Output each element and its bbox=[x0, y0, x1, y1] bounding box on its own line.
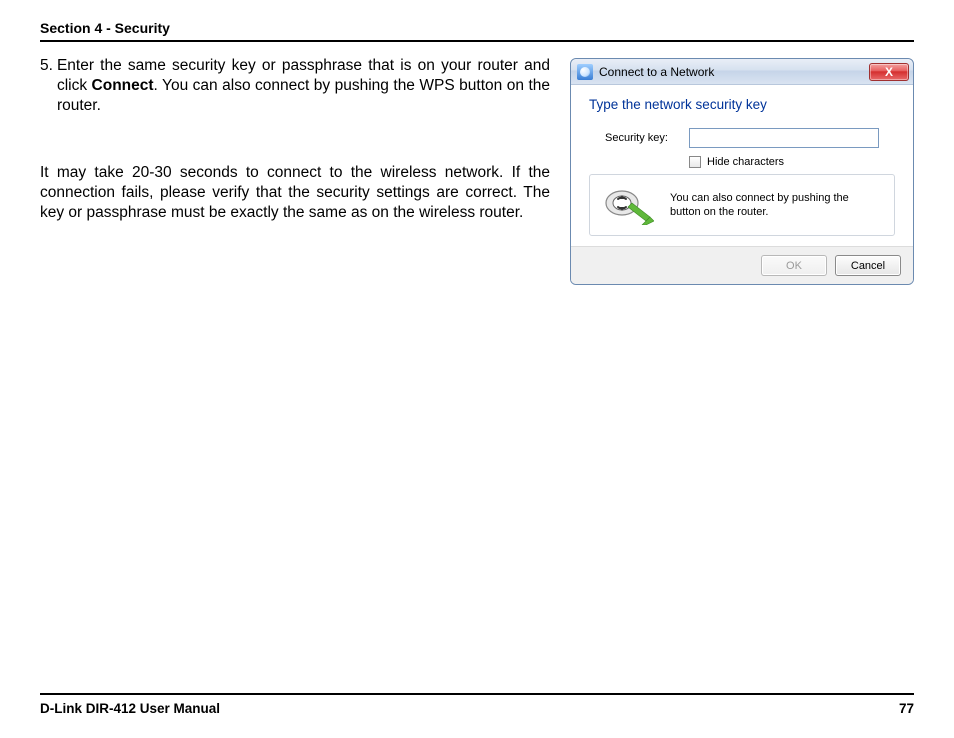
step-number: 5. bbox=[40, 56, 53, 115]
step-text: Enter the same security key or passphras… bbox=[57, 56, 550, 115]
page-number: 77 bbox=[899, 701, 914, 716]
wps-hint-text: You can also connect by pushing the butt… bbox=[670, 191, 882, 220]
close-icon: X bbox=[885, 65, 893, 79]
manual-title: D-Link DIR-412 User Manual bbox=[40, 701, 220, 716]
security-key-input[interactable] bbox=[689, 128, 879, 148]
dialog-button-row: OK Cancel bbox=[571, 246, 913, 284]
instruction-step-5: 5. Enter the same security key or passph… bbox=[40, 56, 550, 115]
cancel-button[interactable]: Cancel bbox=[835, 255, 901, 276]
network-icon bbox=[577, 64, 593, 80]
router-wps-icon bbox=[602, 185, 654, 225]
section-header: Section 4 - Security bbox=[40, 20, 914, 36]
connect-network-dialog: Connect to a Network X Type the network … bbox=[570, 58, 914, 285]
hide-characters-checkbox[interactable] bbox=[689, 156, 701, 168]
dialog-title: Connect to a Network bbox=[599, 65, 869, 79]
hide-characters-label: Hide characters bbox=[707, 156, 784, 168]
close-button[interactable]: X bbox=[869, 63, 909, 81]
step-text-bold: Connect bbox=[92, 77, 154, 94]
dialog-heading: Type the network security key bbox=[589, 97, 895, 112]
security-key-label: Security key: bbox=[605, 132, 679, 144]
connection-note: It may take 20-30 seconds to connect to … bbox=[40, 163, 550, 222]
dialog-titlebar: Connect to a Network X bbox=[571, 59, 913, 85]
ok-button[interactable]: OK bbox=[761, 255, 827, 276]
wps-hint-panel: You can also connect by pushing the butt… bbox=[589, 174, 895, 236]
